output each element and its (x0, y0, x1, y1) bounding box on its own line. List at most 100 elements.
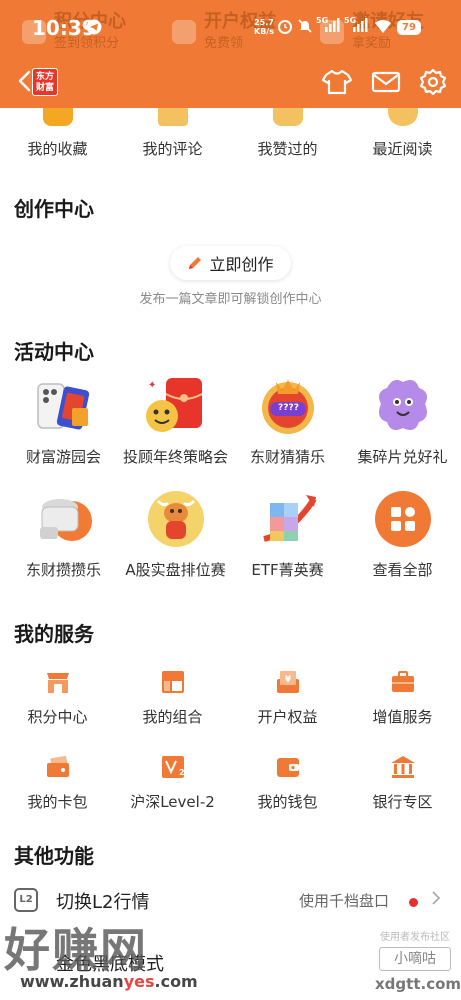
wallet-icon (274, 753, 302, 781)
signal-icon (324, 18, 340, 36)
activity-label: A股实盘排位赛 (125, 561, 226, 579)
service-label: 开户权益 (257, 708, 318, 726)
activity-label: 东财猜猜乐 (249, 448, 325, 466)
activity-label: 查看全部 (372, 561, 433, 579)
logo-text-top: 东方 (35, 72, 54, 82)
net-speed-unit: KB/s (254, 27, 274, 36)
service-account-benefits[interactable]: ¥ 开户权益 (230, 668, 345, 727)
thumb-up-icon (272, 108, 303, 126)
settings-button[interactable] (417, 66, 449, 98)
quick-item-favorites[interactable]: 我的收藏 (0, 108, 115, 159)
cube-chart-icon (256, 487, 320, 551)
activity-advisor-strategy[interactable]: ✦ 投顾年终策略会 (118, 374, 233, 467)
activity-label: 投顾年终策略会 (122, 448, 228, 466)
svg-text:✦: ✦ (148, 380, 156, 391)
create-now-button[interactable]: 立即创作 (170, 246, 291, 280)
logo-text-bottom: 财富 (35, 83, 54, 93)
net-speed: 25.7 KB/s (254, 18, 274, 36)
signal-icon (352, 18, 368, 36)
switch-l2-label: 切换L2行情 (56, 892, 150, 913)
l2-icon: L2 (14, 888, 38, 912)
service-my-portfolio[interactable]: 我的组合 (115, 668, 230, 727)
grid-apps-icon (371, 487, 435, 551)
telegram-icon (86, 19, 102, 39)
mail-icon (371, 71, 401, 93)
net-speed-value: 25.7 (254, 18, 274, 27)
watermark-url-b: yes (123, 972, 155, 991)
bank-icon (389, 753, 417, 781)
clock-icon (387, 108, 418, 126)
service-label: 沪深Level-2 (130, 793, 215, 811)
service-label: 我的卡包 (27, 793, 88, 811)
shop-icon (44, 668, 72, 696)
red-dot-badge (409, 898, 418, 907)
watermark-big-text: 好赚网 (4, 923, 148, 977)
watermark-left: 好赚网 www.zhuanyes.com (0, 914, 220, 1000)
nav-bar: 东方 财富 (0, 62, 461, 102)
quick-label: 我的评论 (142, 140, 203, 158)
quick-links: 我的收藏 我的评论 我赞过的 最近阅读 (0, 108, 461, 166)
watermark-right-url: xdgtt.com (375, 975, 461, 993)
activity-label: 东财攒攒乐 (25, 561, 101, 579)
service-label: 积分中心 (27, 708, 88, 726)
watermark-url-a: www.zhuan (20, 972, 124, 991)
chevron-right-icon (431, 890, 441, 911)
message-button[interactable] (370, 66, 402, 98)
comment-icon (157, 108, 188, 126)
activity-label: 集碎片兑好礼 (357, 448, 448, 466)
activity-label: ETF菁英赛 (251, 561, 324, 579)
tshirt-icon (322, 69, 352, 95)
watermark-right-box: 小嘀咕 (379, 947, 451, 971)
watermark-url-c: .com (154, 972, 198, 991)
quick-label: 最近阅读 (372, 140, 433, 158)
app-logo: 东方 财富 (32, 68, 58, 96)
svg-text:2: 2 (179, 768, 185, 777)
section-title-other: 其他功能 (14, 844, 94, 868)
header: 积分中心 签到领积分 开户权益 免费领 邀请好友 拿奖励 10:39 (0, 0, 461, 108)
creation-note: 发布一篇文章即可解锁创作中心 (139, 292, 322, 307)
pencil-icon (189, 257, 202, 269)
gear-icon (419, 68, 447, 96)
star-icon (42, 108, 73, 126)
service-card-wallet[interactable]: 我的卡包 (0, 753, 115, 812)
activity-save-up[interactable]: 东财攒攒乐 (6, 487, 121, 580)
activity-guess-game[interactable]: ???? 东财猜猜乐 (230, 374, 345, 467)
briefcase-icon (389, 668, 417, 696)
activity-label: 财富游园会 (25, 448, 101, 466)
portfolio-icon (159, 668, 187, 696)
service-points-center[interactable]: 积分中心 (0, 668, 115, 727)
quick-label: 我赞过的 (257, 140, 318, 158)
service-value-added[interactable]: 增值服务 (345, 668, 460, 727)
activity-collect-fragments[interactable]: 集碎片兑好礼 (345, 374, 460, 467)
activity-view-all[interactable]: 查看全部 (345, 487, 460, 580)
chevron-left-icon (18, 70, 31, 92)
activity-a-share-ranking[interactable]: A股实盘排位赛 (118, 487, 233, 580)
activity-etf-elite[interactable]: ETF菁英赛 (230, 487, 345, 580)
section-title-creation: 创作中心 (14, 197, 94, 221)
quick-item-liked[interactable]: 我赞过的 (230, 108, 345, 159)
guess-badge-text: ???? (278, 403, 299, 413)
service-level2[interactable]: 2 沪深Level-2 (115, 753, 230, 812)
alarm-icon (277, 18, 293, 38)
service-label: 增值服务 (372, 708, 433, 726)
service-my-wallet[interactable]: 我的钱包 (230, 753, 345, 812)
status-bar: 10:39 25.7 KB/s 5G 5G 79 (0, 14, 461, 44)
service-bank-zone[interactable]: 银行专区 (345, 753, 460, 812)
battery-indicator: 79 (397, 20, 421, 35)
quick-item-recent[interactable]: 最近阅读 (345, 108, 460, 159)
watermark-right: 使用者发布社区 小嘀咕 xdgtt.com (375, 928, 461, 994)
phones-illustration-icon (32, 374, 96, 438)
section-title-services: 我的服务 (14, 622, 94, 646)
l2-mode-value: 使用千档盘口 (299, 892, 390, 910)
bull-mascot-icon (144, 487, 208, 551)
card-wallet-icon (44, 753, 72, 781)
watermark-right-top: 使用者发布社区 (380, 932, 450, 943)
quick-item-comments[interactable]: 我的评论 (115, 108, 230, 159)
yen-voucher-icon: ¥ (274, 668, 302, 696)
service-label: 我的组合 (142, 708, 203, 726)
level2-icon: 2 (159, 753, 187, 781)
skin-button[interactable] (321, 66, 353, 98)
activity-wealth-garden[interactable]: 财富游园会 (6, 374, 121, 467)
page: 积分中心 签到领积分 开户权益 免费领 邀请好友 拿奖励 10:39 (0, 0, 461, 1000)
quick-label: 我的收藏 (27, 140, 88, 158)
